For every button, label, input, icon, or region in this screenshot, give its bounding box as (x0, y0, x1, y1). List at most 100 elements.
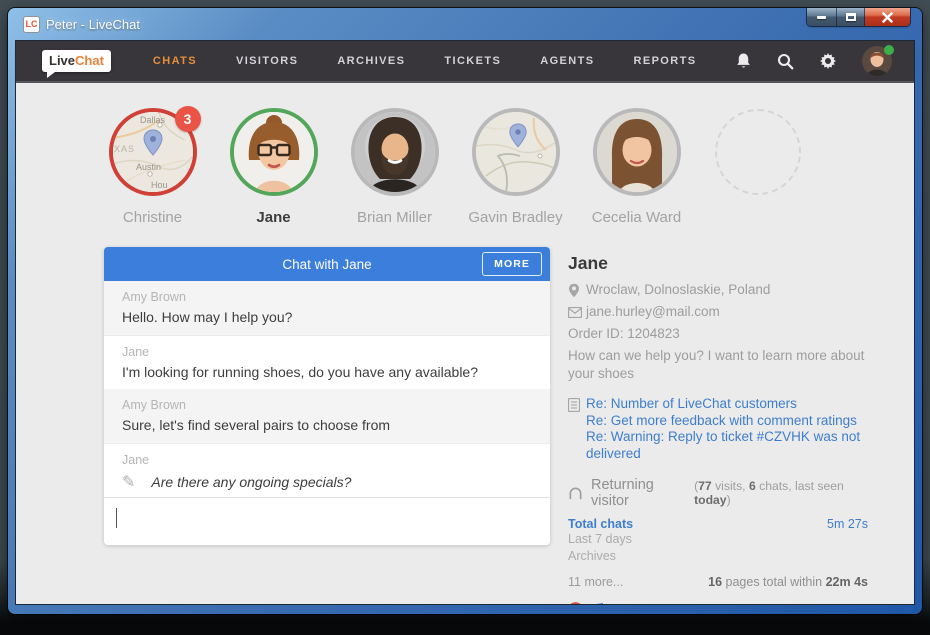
chat-card: Chat with Jane MORE Amy Brown Hello. How… (104, 247, 550, 545)
archives-label: Archives (568, 548, 868, 565)
chats-count: 6 (749, 479, 756, 493)
typing-pencil-icon: ✎ (122, 472, 135, 492)
tab-chats[interactable]: CHATS (153, 55, 197, 67)
tickets-block: Re: Number of LiveChat customers Re: Get… (568, 396, 868, 462)
ticket-links: Re: Number of LiveChat customers Re: Get… (586, 396, 868, 462)
customer-avatar-christine[interactable]: Dallas XAS Austin Hou 3 (109, 108, 197, 196)
returning-visitor-icon (568, 486, 583, 500)
customer-name: Gavin Bradley (468, 209, 562, 226)
tab-agents[interactable]: AGENTS (540, 55, 594, 67)
pre-chat-question: How can we help you? I want to learn mor… (568, 347, 868, 383)
minimize-icon (817, 16, 826, 19)
detail-order-id-row: Order ID: 1204823 (568, 325, 868, 343)
more-button[interactable]: MORE (482, 252, 542, 276)
maximize-button[interactable] (836, 8, 865, 26)
ticket-link[interactable]: Re: Number of LiveChat customers (586, 396, 868, 413)
visitor-stats: (77 visits, 6 chats, last seen today) (694, 479, 868, 507)
customer-name: Christine (123, 209, 182, 226)
sneak-peek-text: Are there any ongoing specials? (151, 474, 351, 490)
tab-archives[interactable]: ARCHIVES (337, 55, 405, 67)
minimize-button[interactable] (807, 8, 836, 26)
customer-christine: Dallas XAS Austin Hou 3 Christine (92, 108, 213, 226)
nav-menu: CHATS VISITORS ARCHIVES TICKETS AGENTS R… (153, 55, 697, 67)
chrome-browser-icon (568, 602, 583, 605)
tab-reports[interactable]: REPORTS (633, 55, 696, 67)
photo-avatar (355, 112, 435, 192)
customer-gavin: Gavin Bradley (455, 108, 576, 226)
notifications-bell-icon[interactable] (735, 52, 752, 70)
title-bar: LC Peter - LiveChat (8, 8, 922, 40)
message-text: Hello. How may I help you? (122, 309, 532, 325)
pages-count: 16 (708, 575, 722, 589)
windows-os-icon (589, 603, 603, 606)
agent-avatar[interactable] (862, 46, 892, 76)
message-text: Sure, let's find several pairs to choose… (122, 417, 532, 433)
visitor-type-label: Returning visitor (591, 477, 687, 509)
tab-visitors[interactable]: VISITORS (236, 55, 298, 67)
customer-name: Cecelia Ward (592, 209, 681, 226)
online-status-dot (884, 45, 894, 55)
customer-avatar-jane[interactable] (230, 108, 318, 196)
app-window: LC Peter - LiveChat LiveChat CHATS VISIT… (8, 8, 922, 614)
logo-text-live: Live (49, 53, 75, 68)
svg-text:Austin: Austin (136, 162, 161, 172)
message-author: Amy Brown (122, 290, 532, 304)
app-content: LiveChat CHATS VISITORS ARCHIVES TICKETS… (15, 40, 915, 605)
maximize-icon (846, 13, 856, 21)
window-controls (807, 8, 910, 26)
svg-text:Hou: Hou (151, 180, 168, 190)
more-pages-link[interactable]: 11 more... (568, 575, 623, 589)
detail-customer-name: Jane (568, 253, 868, 274)
empty-slot-placeholder (715, 109, 801, 195)
chat-message: Jane I'm looking for running shoes, do y… (104, 335, 550, 389)
photo-avatar (234, 112, 314, 192)
customer-cecelia: Cecelia Ward (576, 108, 697, 226)
location-pin-icon (568, 283, 586, 298)
tab-tickets[interactable]: TICKETS (444, 55, 501, 67)
map-avatar (476, 112, 556, 192)
settings-gear-icon[interactable] (819, 52, 837, 70)
last-7-days-label: Last 7 days (568, 531, 868, 548)
message-author: Jane (122, 453, 532, 467)
visits-count: 77 (698, 479, 712, 493)
detail-email-row: jane.hurley@mail.com (568, 303, 868, 321)
pages-duration: 22m 4s (826, 575, 868, 589)
ticket-link[interactable]: Re: Warning: Reply to ticket #CZVHK was … (586, 429, 868, 462)
close-button[interactable] (865, 8, 910, 26)
last-seen: today (694, 493, 727, 507)
chat-message-input[interactable] (104, 497, 550, 545)
customer-strip: Dallas XAS Austin Hou 3 Christine (16, 108, 914, 226)
detail-order-id: Order ID: 1204823 (568, 325, 680, 343)
pages-total: 16 pages total within 22m 4s (708, 575, 868, 589)
ticket-document-icon (568, 398, 586, 462)
customer-empty-slot (697, 108, 818, 226)
message-text: I'm looking for running shoes, do you ha… (122, 364, 532, 380)
photo-avatar (597, 112, 677, 192)
email-envelope-icon (568, 305, 586, 318)
livechat-logo[interactable]: LiveChat (42, 50, 111, 72)
chat-title: Chat with Jane (282, 257, 371, 272)
customer-brian: Brian Miller (334, 108, 455, 226)
ticket-link[interactable]: Re: Get more feedback with comment ratin… (586, 413, 868, 430)
pages-summary-row: 11 more... 16 pages total within 22m 4s (568, 575, 868, 589)
nav-right-icons (735, 46, 892, 76)
total-chats-row: Total chats 5m 27s (568, 517, 868, 531)
message-author: Jane (122, 345, 532, 359)
customer-avatar-brian[interactable] (351, 108, 439, 196)
customer-details-panel: Jane Wroclaw, Dolnoslaskie, Poland jane.… (568, 253, 868, 605)
customer-avatar-cecelia[interactable] (593, 108, 681, 196)
chat-message: Amy Brown Sure, let's find several pairs… (104, 389, 550, 443)
svg-text:Dallas: Dallas (140, 115, 166, 125)
customer-avatar-gavin[interactable] (472, 108, 560, 196)
message-author: Amy Brown (122, 398, 532, 412)
chat-header: Chat with Jane MORE (104, 247, 550, 281)
text-caret (116, 508, 117, 528)
logo-text-chat: Chat (75, 53, 104, 68)
window-title: Peter - LiveChat (46, 17, 140, 32)
total-chats-link[interactable]: Total chats (568, 517, 633, 531)
detail-location: Wroclaw, Dolnoslaskie, Poland (586, 281, 770, 299)
queued-chats-badge: 3 (175, 106, 201, 132)
customer-name-selected: Jane (256, 209, 290, 226)
total-chats-time: 5m 27s (827, 517, 868, 531)
search-icon[interactable] (777, 53, 794, 70)
